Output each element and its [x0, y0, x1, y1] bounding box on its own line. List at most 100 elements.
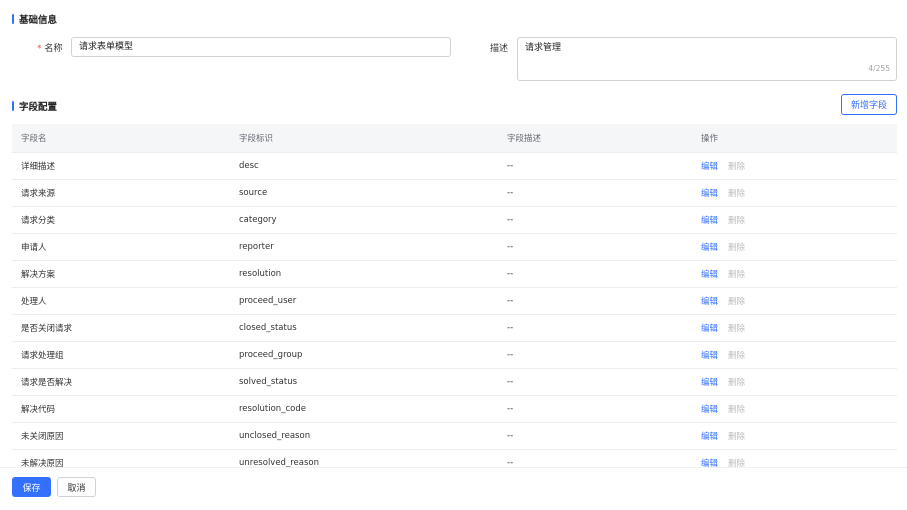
header-field-name: 字段名: [21, 134, 47, 144]
field-name-cell: 解决方案: [21, 270, 56, 280]
field-key-cell: proceed_user: [239, 296, 297, 306]
field-name-cell: 请求是否解决: [21, 378, 73, 388]
field-name-cell: 请求处理组: [21, 351, 64, 361]
field-key-cell: resolution_code: [239, 404, 306, 414]
edit-link[interactable]: 编辑: [701, 268, 718, 280]
table-row: 解决代码 resolution_code -- 编辑 删除: [12, 396, 897, 423]
footer-divider: [0, 467, 907, 468]
field-name-cell: 是否关闭请求: [21, 324, 73, 334]
actions-cell: 编辑 删除: [692, 322, 897, 334]
delete-link[interactable]: 删除: [728, 457, 745, 467]
field-name-cell: 解决代码: [21, 405, 56, 415]
delete-link[interactable]: 删除: [728, 268, 745, 280]
field-desc-cell: --: [507, 323, 514, 333]
edit-link[interactable]: 编辑: [701, 214, 718, 226]
desc-label: 描述: [490, 44, 509, 54]
field-config-title: 字段配置: [19, 102, 58, 113]
actions-cell: 编辑 删除: [692, 241, 897, 253]
name-label-text: 名称: [44, 44, 63, 54]
actions-cell: 编辑 删除: [692, 457, 897, 467]
edit-link[interactable]: 编辑: [701, 241, 718, 253]
table-row: 请求分类 category -- 编辑 删除: [12, 207, 897, 234]
field-config-section-title: 字段配置: [12, 99, 57, 113]
field-desc-cell: --: [507, 350, 514, 360]
table-row: 解决方案 resolution -- 编辑 删除: [12, 261, 897, 288]
basic-info-section-title: 基础信息: [12, 12, 57, 26]
save-button[interactable]: 保存: [12, 477, 51, 497]
delete-link[interactable]: 删除: [728, 241, 745, 253]
header-field-key: 字段标识: [239, 134, 274, 144]
section-marker: [12, 14, 14, 24]
field-key-cell: unclosed_reason: [239, 431, 311, 441]
table-row: 申请人 reporter -- 编辑 删除: [12, 234, 897, 261]
field-key-cell: category: [239, 215, 277, 225]
desc-textarea[interactable]: 请求管理 4/255: [517, 37, 897, 81]
required-asterisk: *: [37, 44, 42, 54]
field-name-cell: 详细描述: [21, 162, 56, 172]
field-desc-cell: --: [507, 404, 514, 414]
edit-link[interactable]: 编辑: [701, 430, 718, 442]
actions-cell: 编辑 删除: [692, 430, 897, 442]
edit-link[interactable]: 编辑: [701, 349, 718, 361]
desc-textarea-value: 请求管理: [525, 43, 562, 53]
header-field-desc: 字段描述: [507, 134, 542, 144]
table-row: 未解决原因 unresolved_reason -- 编辑 删除: [12, 450, 897, 467]
edit-link[interactable]: 编辑: [701, 376, 718, 388]
cancel-button[interactable]: 取消: [57, 477, 96, 497]
field-name-cell: 未解决原因: [21, 459, 64, 467]
field-key-cell: proceed_group: [239, 350, 303, 360]
actions-cell: 编辑 删除: [692, 295, 897, 307]
edit-link[interactable]: 编辑: [701, 457, 718, 467]
delete-link[interactable]: 删除: [728, 322, 745, 334]
name-label: * 名称: [37, 41, 63, 54]
delete-link[interactable]: 删除: [728, 349, 745, 361]
fields-table: 字段名 字段标识 字段描述 操作 详细描述 desc -- 编辑 删除 请求来源 sourc…: [12, 124, 897, 467]
delete-link[interactable]: 删除: [728, 187, 745, 199]
table-row: 请求处理组 proceed_group -- 编辑 删除: [12, 342, 897, 369]
table-body: 详细描述 desc -- 编辑 删除 请求来源 source -- 编辑 删除 请求分类 catego…: [12, 153, 897, 467]
field-name-cell: 请求来源: [21, 189, 56, 199]
field-desc-cell: --: [507, 269, 514, 279]
field-key-cell: source: [239, 188, 268, 198]
field-key-cell: unresolved_reason: [239, 458, 319, 467]
field-desc-cell: --: [507, 161, 514, 171]
field-desc-cell: --: [507, 215, 514, 225]
actions-cell: 编辑 删除: [692, 403, 897, 415]
field-key-cell: solved_status: [239, 377, 298, 387]
table-row: 请求来源 source -- 编辑 删除: [12, 180, 897, 207]
table-row: 是否关闭请求 closed_status -- 编辑 删除: [12, 315, 897, 342]
delete-link[interactable]: 删除: [728, 214, 745, 226]
field-key-cell: resolution: [239, 269, 282, 279]
edit-link[interactable]: 编辑: [701, 187, 718, 199]
field-name-cell: 未关闭原因: [21, 432, 64, 442]
actions-cell: 编辑 删除: [692, 187, 897, 199]
actions-cell: 编辑 删除: [692, 376, 897, 388]
delete-link[interactable]: 删除: [728, 376, 745, 388]
field-key-cell: closed_status: [239, 323, 297, 333]
field-name-cell: 处理人: [21, 297, 47, 307]
table-header: 字段名 字段标识 字段描述 操作: [12, 124, 897, 153]
field-desc-cell: --: [507, 188, 514, 198]
field-key-cell: reporter: [239, 242, 274, 252]
field-desc-cell: --: [507, 458, 514, 467]
actions-cell: 编辑 删除: [692, 160, 897, 172]
edit-link[interactable]: 编辑: [701, 403, 718, 415]
delete-link[interactable]: 删除: [728, 295, 745, 307]
name-input-value: 请求表单模型: [79, 42, 134, 52]
desc-char-counter: 4/255: [868, 64, 890, 73]
actions-cell: 编辑 删除: [692, 214, 897, 226]
table-row: 请求是否解决 solved_status -- 编辑 删除: [12, 369, 897, 396]
edit-link[interactable]: 编辑: [701, 322, 718, 334]
edit-link[interactable]: 编辑: [701, 160, 718, 172]
table-row: 处理人 proceed_user -- 编辑 删除: [12, 288, 897, 315]
delete-link[interactable]: 删除: [728, 160, 745, 172]
add-field-button[interactable]: 新增字段: [841, 94, 897, 115]
field-desc-cell: --: [507, 242, 514, 252]
field-desc-cell: --: [507, 296, 514, 306]
delete-link[interactable]: 删除: [728, 403, 745, 415]
delete-link[interactable]: 删除: [728, 430, 745, 442]
edit-link[interactable]: 编辑: [701, 295, 718, 307]
name-input[interactable]: 请求表单模型: [71, 37, 451, 57]
field-desc-cell: --: [507, 377, 514, 387]
header-actions: 操作: [701, 134, 719, 144]
